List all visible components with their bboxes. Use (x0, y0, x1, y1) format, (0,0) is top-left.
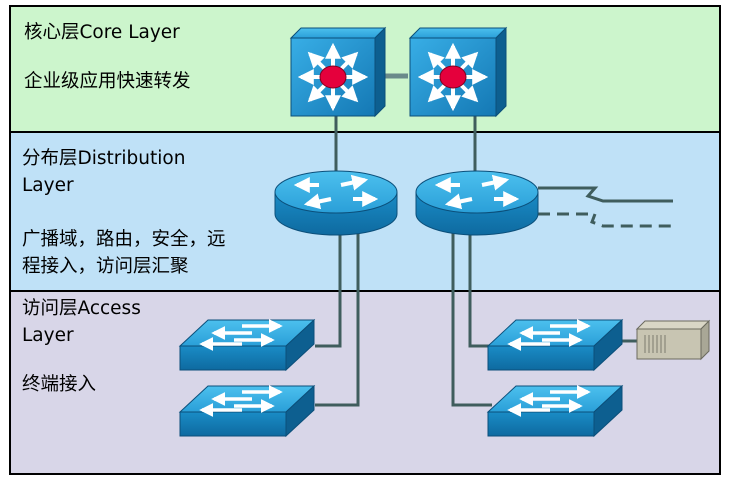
core-switch-1 (289, 26, 387, 118)
core-switch-2 (408, 26, 508, 118)
link-router2-access4 (451, 230, 492, 407)
link-router2-access3 (468, 230, 492, 348)
wan-links (538, 186, 673, 228)
access-switch-3 (486, 318, 624, 372)
multilayer-switch-icon (408, 27, 508, 39)
router-icon (274, 170, 398, 214)
link-router1-access1 (315, 230, 342, 348)
access-switch-4 (486, 384, 624, 438)
network-topology (178, 26, 711, 438)
access-switch-1 (178, 318, 316, 372)
distribution-router-1 (274, 170, 398, 236)
multilayer-switch-icon (289, 27, 387, 39)
server-icon (635, 319, 711, 361)
wan-serial-link (538, 186, 673, 203)
access-switch-2 (178, 384, 316, 438)
router-icon (415, 170, 539, 214)
link-router1-access2 (315, 230, 360, 407)
wan-dashed-link (538, 212, 673, 228)
distribution-router-2 (415, 170, 539, 236)
